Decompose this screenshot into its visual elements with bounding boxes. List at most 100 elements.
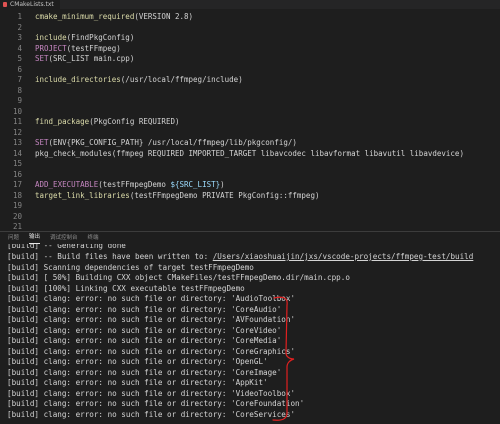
code-token: (testFFmpeg) (66, 43, 121, 53)
code-line[interactable]: 5 SET(SRC_LIST main.cpp) (0, 53, 500, 64)
bottom-panel: 问题 输出 调试控制台 终端 [build] -- Generating done [b… (0, 231, 500, 424)
line-number: 3 (17, 33, 22, 42)
output-view[interactable]: [build] -- Generating done [build] -- Bui… (0, 244, 500, 424)
line-number: 4 (17, 43, 22, 53)
code-line[interactable]: 18 target_link_libraries(testFFmpegDemo P… (0, 190, 500, 201)
code-token: (ENV{PKG_CONFIG_PATH} /usr/local/ffmpeg/… (48, 138, 297, 147)
panel-tab-0[interactable]: 问题 (8, 232, 19, 244)
code-line[interactable]: 20 (0, 211, 500, 222)
code-token: (VERSION 2.8) (134, 12, 194, 21)
code-token: (testFFmpegDemo (98, 180, 171, 189)
vscode-window: CMakeLists.txt 1 cmake_minimum_required(V… (0, 0, 500, 424)
output-line: [build] clang: error: no such file or di… (7, 399, 305, 408)
output-text: [build] -- Build files have been written… (7, 252, 213, 261)
line-number: 1 (17, 12, 22, 21)
output-line: [build] clang: error: no such file or di… (7, 346, 296, 356)
code-line[interactable]: 11 find_package(PkgConfig REQUIRED) (0, 116, 500, 127)
line-number: 10 (12, 106, 22, 116)
line-number: 18 (12, 190, 22, 200)
code-line[interactable]: 16 (0, 169, 500, 180)
line-number: 11 (12, 117, 22, 126)
output-line: [build] clang: error: no such file or di… (7, 367, 282, 377)
line-number: 12 (12, 127, 22, 137)
line-number: 7 (17, 75, 22, 84)
panel-tab-2[interactable]: 调试控制台 (50, 232, 78, 244)
code-line[interactable]: 21 (0, 221, 500, 231)
code-token: ) (220, 180, 225, 189)
code-line[interactable]: 12 (0, 127, 500, 138)
code-line[interactable]: 15 (0, 158, 500, 169)
code-token: pkg_check_modules(ffmpeg REQUIRED IMPORT… (35, 148, 464, 158)
code-text: pkg_check_modules(ffmpeg REQUIRED IMPORT… (35, 148, 464, 159)
code-token: find_package (35, 117, 90, 126)
code-token: (/usr/local/ffmpeg/include) (120, 75, 243, 84)
panel-tab-3[interactable]: 终端 (88, 232, 99, 244)
code-text: target_link_libraries(testFFmpegDemo PRI… (35, 190, 319, 201)
output-line: [build] clang: error: no such file or di… (7, 294, 296, 303)
line-number: 2 (17, 22, 22, 32)
output-line: [build] Scanning dependencies of target … (7, 262, 254, 272)
panel-tab-1[interactable]: 输出 (29, 232, 41, 244)
line-number: 17 (12, 180, 22, 189)
code-text: PROJECT(testFFmpeg) (35, 43, 121, 54)
output-line: [build] clang: error: no such file or di… (7, 304, 282, 314)
code-text: find_package(PkgConfig REQUIRED) (35, 116, 180, 127)
code-token: ${SRC_LIST} (170, 180, 221, 189)
tab-label: CMakeLists.txt (10, 1, 54, 8)
line-number: 8 (17, 85, 22, 95)
code-line[interactable]: 2 (0, 22, 500, 33)
code-line[interactable]: 7 include_directories(/usr/local/ffmpeg/i… (0, 74, 500, 85)
line-number: 14 (12, 148, 22, 158)
line-number: 5 (17, 54, 22, 63)
code-token: cmake_minimum_required (35, 12, 135, 21)
code-token: (PkgConfig REQUIRED) (89, 117, 180, 126)
code-line[interactable]: 14 pkg_check_modules(ffmpeg REQUIRED IMPO… (0, 148, 500, 159)
line-number: 16 (12, 169, 22, 179)
line-number: 19 (12, 201, 22, 210)
code-token: (SRC_LIST main.cpp) (48, 54, 135, 63)
output-line: [build] clang: error: no such file or di… (7, 378, 268, 387)
code-line[interactable]: 17 ADD_EXECUTABLE(testFFmpegDemo ${SRC_LI… (0, 179, 500, 190)
editor-tab-bar: CMakeLists.txt (0, 0, 500, 9)
red-bracket-annotation (272, 296, 295, 421)
line-number: 9 (17, 96, 22, 105)
code-token: include_directories (35, 75, 121, 84)
code-token: SET (35, 138, 49, 147)
output-line: [build] clang: error: no such file or di… (7, 357, 268, 366)
output-line: [build] clang: error: no such file or di… (7, 315, 296, 324)
output-line: [build] [100%] Linking CXX executable te… (7, 283, 245, 293)
code-token: ADD_EXECUTABLE (35, 180, 99, 189)
code-text: ADD_EXECUTABLE(testFFmpegDemo ${SRC_LIST… (35, 179, 225, 190)
code-line[interactable]: 4 PROJECT(testFFmpeg) (0, 43, 500, 54)
code-text: SET(SRC_LIST main.cpp) (35, 53, 134, 64)
code-text: cmake_minimum_required(VERSION 2.8) (35, 11, 193, 22)
code-token: (testFFmpegDemo PRIVATE PkgConfig::ffmpe… (129, 190, 320, 200)
line-number: 21 (12, 222, 22, 231)
line-number: 6 (17, 64, 22, 74)
code-line[interactable]: 9 (0, 95, 500, 106)
line-number: 13 (12, 138, 22, 147)
code-token: target_link_libraries (35, 190, 130, 200)
code-line[interactable]: 6 (0, 64, 500, 75)
code-editor[interactable]: 1 cmake_minimum_required(VERSION 2.8) 2 3 in… (0, 9, 500, 231)
build-path-link[interactable]: /Users/xiaoshuaijin/jxs/vscode-projects/… (213, 252, 474, 261)
code-line[interactable]: 13 SET(ENV{PKG_CONFIG_PATH} /usr/local/ff… (0, 137, 500, 148)
tab-cmakelists[interactable]: CMakeLists.txt (0, 0, 61, 9)
output-line: [build] -- Generating done (7, 244, 126, 250)
code-token: PROJECT (35, 43, 67, 53)
output-line: [build] [ 50%] Building CXX object CMake… (7, 273, 350, 282)
code-line[interactable]: 1 cmake_minimum_required(VERSION 2.8) (0, 11, 500, 22)
output-line: [build] clang: error: no such file or di… (7, 409, 296, 419)
line-number: 20 (12, 211, 22, 221)
cmake-file-icon (3, 2, 7, 7)
code-line[interactable]: 8 (0, 85, 500, 96)
output-line: [build] -- Build files have been written… (7, 251, 473, 262)
panel-tab-bar: 问题 输出 调试控制台 终端 (0, 232, 500, 244)
code-token: (FindPkgConfig) (66, 33, 135, 42)
code-line[interactable]: 10 (0, 106, 500, 117)
code-line[interactable]: 3 include(FindPkgConfig) (0, 32, 500, 43)
code-token: SET (35, 54, 49, 63)
output-line: [build] clang: error: no such file or di… (7, 325, 282, 335)
code-token: include (35, 33, 67, 42)
code-line[interactable]: 19 (0, 200, 500, 211)
